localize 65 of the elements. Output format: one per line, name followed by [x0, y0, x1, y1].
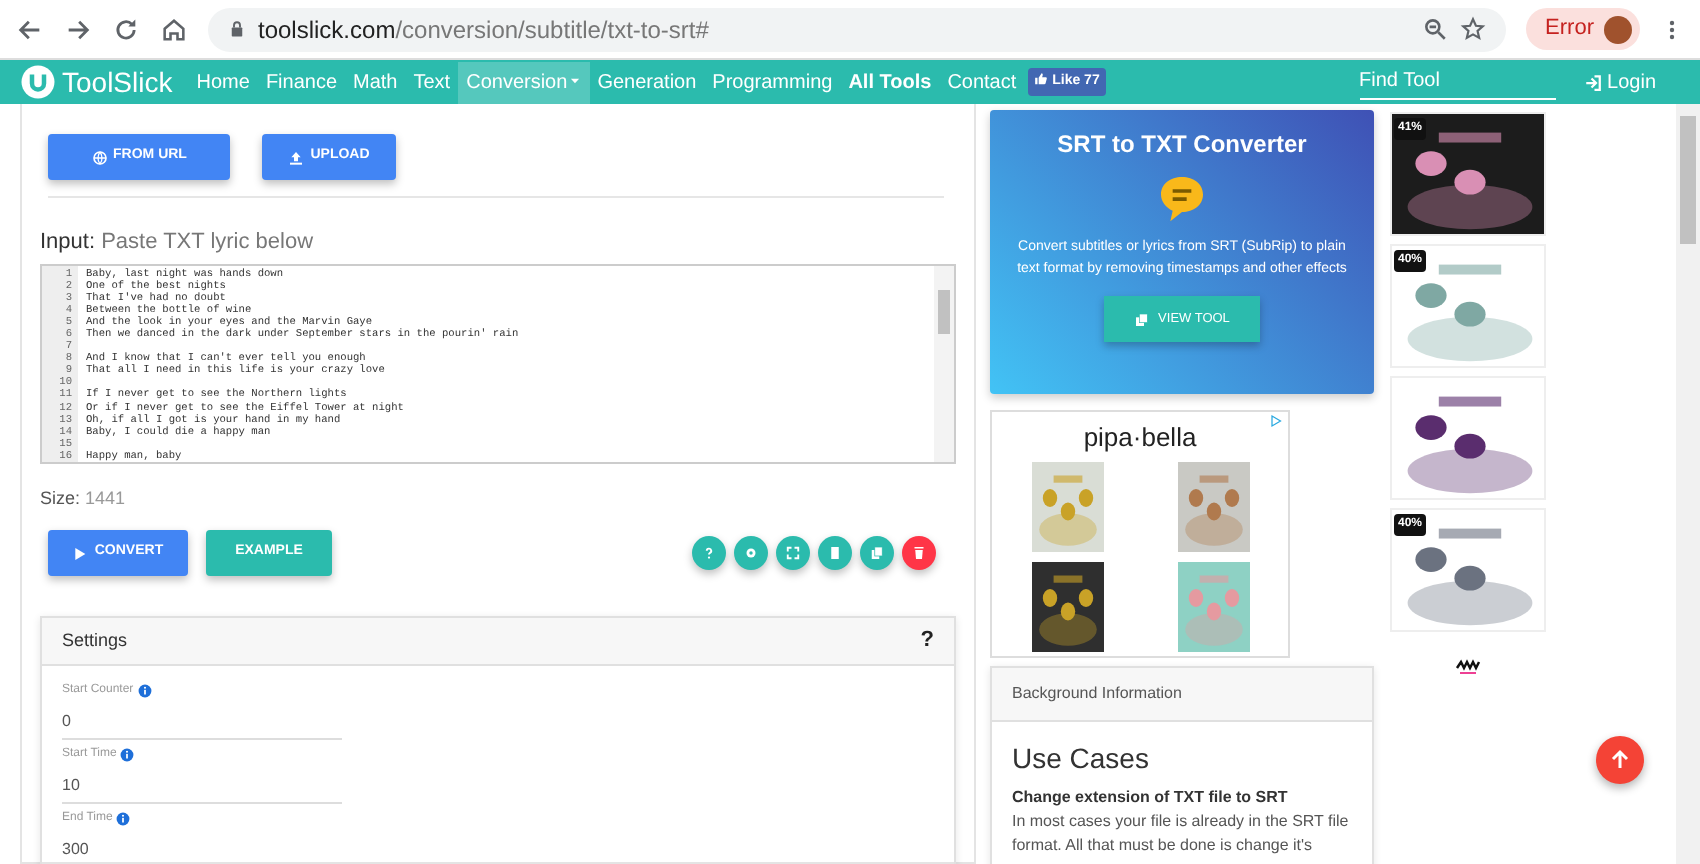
nav-link[interactable]: Contact	[939, 61, 1025, 103]
upload-icon	[288, 149, 305, 165]
thumbs-up-icon	[1034, 72, 1049, 87]
paragraph: In most cases your file is already in the SRT file format. All that must be done is change it's	[1012, 809, 1351, 858]
nav-link[interactable]: Generation	[589, 61, 705, 103]
forward-icon[interactable]	[64, 15, 92, 43]
input-label: Input: Paste TXT lyric below	[40, 228, 316, 258]
scroll-top-button[interactable]	[1596, 736, 1644, 784]
ad-choices-icon[interactable]	[1270, 414, 1282, 428]
profile-button[interactable]: Error	[1525, 8, 1640, 50]
nav-link[interactable]: Text	[405, 61, 459, 103]
scrollbar[interactable]	[934, 265, 954, 461]
copy-icon	[1134, 311, 1151, 328]
input-field[interactable]: 10	[62, 772, 342, 802]
play-icon	[72, 545, 89, 561]
nav-link[interactable]: Programming	[704, 61, 841, 103]
info-icon	[116, 812, 131, 826]
zoom-icon[interactable]	[1421, 16, 1448, 42]
card-header: Background Information	[992, 668, 1372, 722]
nav-link[interactable]: Conversion	[458, 61, 590, 103]
lock-icon	[228, 20, 246, 38]
size-label: Size: 1441	[40, 485, 128, 511]
input-field[interactable]: 300	[62, 836, 342, 864]
info-icon	[137, 684, 152, 698]
globe-icon	[91, 149, 108, 165]
document-button[interactable]	[818, 536, 852, 570]
reload-icon[interactable]	[112, 15, 140, 43]
ad-banner[interactable]: pipa·bella	[990, 410, 1290, 658]
fullscreen-icon	[784, 544, 802, 562]
sign-in-icon	[1583, 73, 1602, 91]
ad-brand: pipa·bella	[1083, 420, 1197, 456]
help-icon	[700, 544, 718, 562]
avatar	[1604, 15, 1632, 43]
back-icon[interactable]	[16, 15, 44, 43]
copy-icon	[868, 544, 886, 562]
code-editor[interactable]	[40, 263, 956, 463]
trash-icon	[910, 544, 928, 562]
url-text: toolslick.com/conversion/subtitle/txt-to-srt#	[258, 13, 709, 47]
settings-icon	[742, 544, 760, 562]
subheading: Change extension of TXT file to SRT	[1012, 785, 1290, 810]
trash-button[interactable]	[902, 536, 936, 570]
nav-link[interactable]: All Tools	[840, 61, 940, 103]
arrow-up-icon	[1608, 748, 1632, 772]
search-field[interactable]: Find Tool	[1359, 64, 1556, 100]
document-icon	[826, 544, 844, 562]
nav-link[interactable]: Math	[345, 61, 406, 103]
caret-icon	[567, 74, 582, 89]
info-icon	[120, 748, 135, 762]
nav-link[interactable]: Home	[188, 61, 258, 103]
section-heading: Use Cases	[1012, 742, 1151, 776]
brand-logo[interactable]: ToolSlick	[20, 61, 173, 103]
fullscreen-button[interactable]	[776, 536, 810, 570]
home-icon[interactable]	[160, 15, 188, 43]
help-button[interactable]	[692, 536, 726, 570]
help-link[interactable]: ?	[920, 624, 934, 658]
copy-button[interactable]	[860, 536, 894, 570]
promo-title: SRT to TXT Converter	[1055, 130, 1309, 159]
settings-button[interactable]	[734, 536, 768, 570]
input-field[interactable]: 0	[62, 708, 342, 738]
nav-link[interactable]: Finance	[257, 61, 346, 103]
star-icon[interactable]	[1459, 16, 1486, 42]
address-bar[interactable]: toolslick.com/conversion/subtitle/txt-to-srt#	[208, 7, 1506, 51]
panel-title: Settings	[62, 627, 128, 654]
page-scrollbar[interactable]	[1676, 104, 1700, 864]
login-link[interactable]: Login	[1583, 67, 1656, 97]
